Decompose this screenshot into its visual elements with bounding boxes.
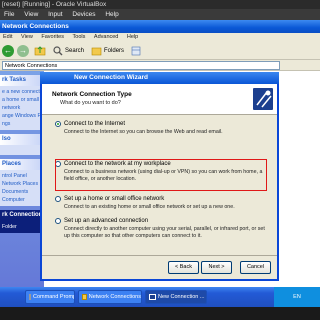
radio-internet[interactable] (55, 121, 61, 127)
option-internet-label[interactable]: Connect to the Internet (64, 121, 125, 127)
network-tasks-list: e a new connection a home or small netwo… (0, 86, 44, 130)
search-icon (53, 45, 63, 55)
address-bar: Network Connections (0, 60, 320, 71)
vbox-menu-help[interactable]: Help (105, 11, 118, 18)
network-folder-icon (82, 294, 87, 300)
option-advanced-label[interactable]: Set up an advanced connection (64, 218, 148, 224)
highlight-box (55, 159, 267, 191)
back-button[interactable]: < Back (168, 261, 199, 274)
task-pane: rk Tasks e a new connection a home or sm… (0, 71, 44, 307)
cmd-icon (29, 294, 31, 300)
new-connection-wizard: New Connection Wizard Network Connection… (40, 72, 279, 281)
task-home-network-cont[interactable]: network (2, 104, 42, 112)
language-indicator[interactable]: EN (293, 294, 301, 300)
option-home-network-desc: Connect to an existing home or small off… (64, 204, 235, 210)
address-input[interactable]: Network Connections (2, 60, 280, 70)
wizard-header-subtitle: What do you want to do? (60, 100, 121, 106)
system-tray: EN (274, 287, 320, 307)
next-button[interactable]: Next > (201, 261, 232, 274)
option-internet-desc: Connect to the Internet so you can brows… (64, 129, 223, 135)
task-command-prompt[interactable]: Command Prompt (25, 290, 75, 304)
explorer-toolbar: ← → Search Folders (0, 42, 320, 60)
explorer-menu-advanced[interactable]: Advanced (94, 34, 118, 40)
search-button[interactable]: Search (51, 45, 86, 57)
place-control-panel[interactable]: ntrol Panel (2, 172, 42, 180)
wizard-header: Network Connection Type What do you want… (42, 84, 277, 115)
radio-advanced[interactable] (55, 218, 61, 224)
wizard-header-title: Network Connection Type (52, 91, 132, 98)
vbox-menu-input[interactable]: Input (48, 11, 62, 18)
explorer-menu-view[interactable]: View (21, 34, 33, 40)
folder-up-icon (34, 46, 46, 56)
see-also-list (0, 145, 44, 155)
folders-button[interactable]: Folders (89, 45, 126, 57)
taskbar: Command Prompt Network Connections New C… (0, 287, 320, 307)
views-button[interactable] (129, 45, 144, 57)
explorer-menubar: Edit View Favorites Tools Advanced Help (0, 33, 320, 42)
guest-screen: Network Connections Edit View Favorites … (0, 20, 320, 307)
network-tasks-header[interactable]: rk Tasks (0, 75, 44, 86)
explorer-title: Network Connections (0, 20, 320, 33)
network-wizard-icon (253, 88, 273, 110)
place-documents[interactable]: Documents (2, 188, 42, 196)
radio-home-network[interactable] (55, 196, 61, 202)
vbox-window-title: [reset) [Running] - Oracle VirtualBox (0, 0, 320, 9)
task-network-connections-label: Network Connections (88, 294, 141, 300)
other-places-list: ntrol Panel Network Places Documents Com… (0, 170, 44, 206)
views-icon (131, 46, 141, 55)
task-new-connection-label: New Connection ... (158, 294, 205, 300)
option-advanced: Set up an advanced connection Connect di… (55, 218, 265, 240)
cancel-button[interactable]: Cancel (240, 261, 271, 274)
vbox-statusbar (0, 307, 320, 320)
see-also-header[interactable]: lso (0, 134, 44, 145)
option-advanced-desc: Connect directly to another computer usi… (64, 226, 265, 239)
task-firewall[interactable]: ange Windows Fire (2, 112, 44, 120)
task-new-connection[interactable]: New Connection ... (145, 290, 207, 304)
wizard-title: New Connection Wizard (40, 72, 279, 84)
task-firewall-cont[interactable]: ngs (2, 120, 42, 128)
place-network-places[interactable]: Network Places (2, 180, 42, 188)
other-places-header[interactable]: Places (0, 159, 44, 170)
explorer-menu-help[interactable]: Help (127, 34, 138, 40)
place-computer[interactable]: Computer (2, 196, 42, 204)
vbox-menu-devices[interactable]: Devices (72, 11, 95, 18)
up-folder-button[interactable] (32, 44, 48, 57)
folders-button-label: Folders (104, 47, 125, 54)
vbox-menu-file[interactable]: File (4, 11, 14, 18)
task-command-prompt-label: Command Prompt (33, 294, 75, 300)
explorer-menu-edit[interactable]: Edit (3, 34, 12, 40)
wizard-task-icon (149, 294, 156, 300)
vbox-menubar: File View Input Devices Help (0, 9, 320, 20)
explorer-menu-tools[interactable]: Tools (73, 34, 86, 40)
task-network-connections[interactable]: Network Connections (78, 290, 142, 304)
details-body: Folder (0, 221, 44, 233)
option-home-network: Set up a home or small office network Co… (55, 196, 265, 211)
back-arrow-icon[interactable]: ← (2, 44, 14, 57)
folders-icon (91, 47, 102, 55)
search-button-label: Search (65, 47, 85, 54)
forward-arrow-icon[interactable]: → (17, 44, 29, 57)
details-header[interactable]: rk Connections (0, 210, 44, 221)
task-home-network[interactable]: a home or small (2, 96, 42, 104)
vbox-menu-view[interactable]: View (24, 11, 38, 18)
task-create-connection[interactable]: e a new connection (2, 88, 44, 96)
option-internet: Connect to the Internet Connect to the I… (55, 121, 265, 136)
explorer-menu-favorites[interactable]: Favorites (41, 34, 64, 40)
details-subtitle: Folder (2, 224, 17, 230)
option-home-network-label[interactable]: Set up a home or small office network (64, 196, 164, 202)
wizard-separator (42, 255, 277, 256)
